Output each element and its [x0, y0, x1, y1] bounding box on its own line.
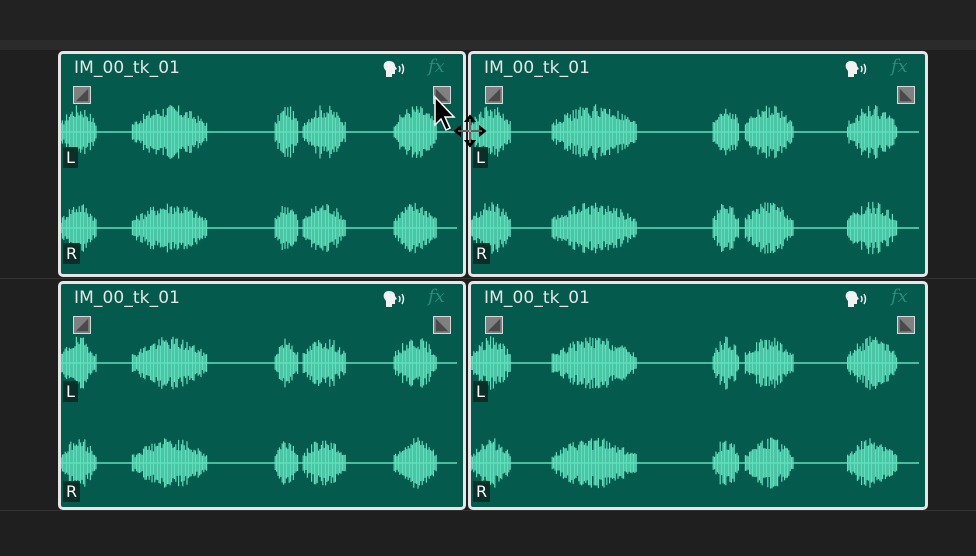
waveform-left: [471, 104, 919, 160]
fade-out-handle-icon[interactable]: [897, 316, 915, 334]
channel-label-left: L: [63, 147, 78, 168]
track-divider: [0, 510, 976, 511]
channel-label-left: L: [473, 147, 488, 168]
waveform-left: [61, 336, 457, 390]
audio-clip[interactable]: IM_00_tk_01 fx L R: [468, 51, 928, 277]
clip-name: IM_00_tk_01: [484, 58, 591, 78]
channel-label-right: R: [473, 243, 491, 264]
voice-speech-icon: [845, 291, 867, 307]
timeline-header: [0, 0, 976, 40]
audio-clip[interactable]: IM_00_tk_01 fx L R: [58, 281, 466, 510]
channel-label-right: R: [63, 243, 81, 264]
fx-icon[interactable]: fx: [428, 286, 445, 307]
waveform-right: [61, 437, 457, 489]
waveform-left: [61, 105, 457, 159]
audio-clip[interactable]: IM_00_tk_01 fx L R: [58, 51, 466, 277]
timeline-ruler[interactable]: [0, 40, 976, 50]
channel-label-left: L: [473, 381, 488, 402]
channel-label-left: L: [63, 381, 78, 402]
audio-clip[interactable]: IM_00_tk_01 fx L R: [468, 281, 928, 510]
fade-out-handle-icon[interactable]: [433, 316, 451, 334]
channel-label-right: R: [473, 481, 491, 502]
fx-icon[interactable]: fx: [428, 56, 445, 77]
waveform-right: [471, 201, 919, 255]
waveform-right: [471, 437, 919, 489]
voice-speech-icon: [845, 61, 867, 77]
voice-speech-icon: [383, 61, 405, 77]
waveform-left: [471, 336, 919, 390]
clip-name: IM_00_tk_01: [74, 288, 181, 308]
voice-speech-icon: [383, 291, 405, 307]
fade-in-handle-icon[interactable]: [485, 316, 503, 334]
channel-label-right: R: [63, 481, 81, 502]
clip-name: IM_00_tk_01: [484, 288, 591, 308]
fx-icon[interactable]: fx: [891, 56, 908, 77]
fx-icon[interactable]: fx: [891, 286, 908, 307]
move-cursor-icon: [434, 95, 487, 148]
fade-in-handle-icon[interactable]: [73, 316, 91, 334]
track-divider: [0, 278, 976, 279]
waveform-right: [61, 202, 457, 254]
clip-name: IM_00_tk_01: [74, 58, 181, 78]
